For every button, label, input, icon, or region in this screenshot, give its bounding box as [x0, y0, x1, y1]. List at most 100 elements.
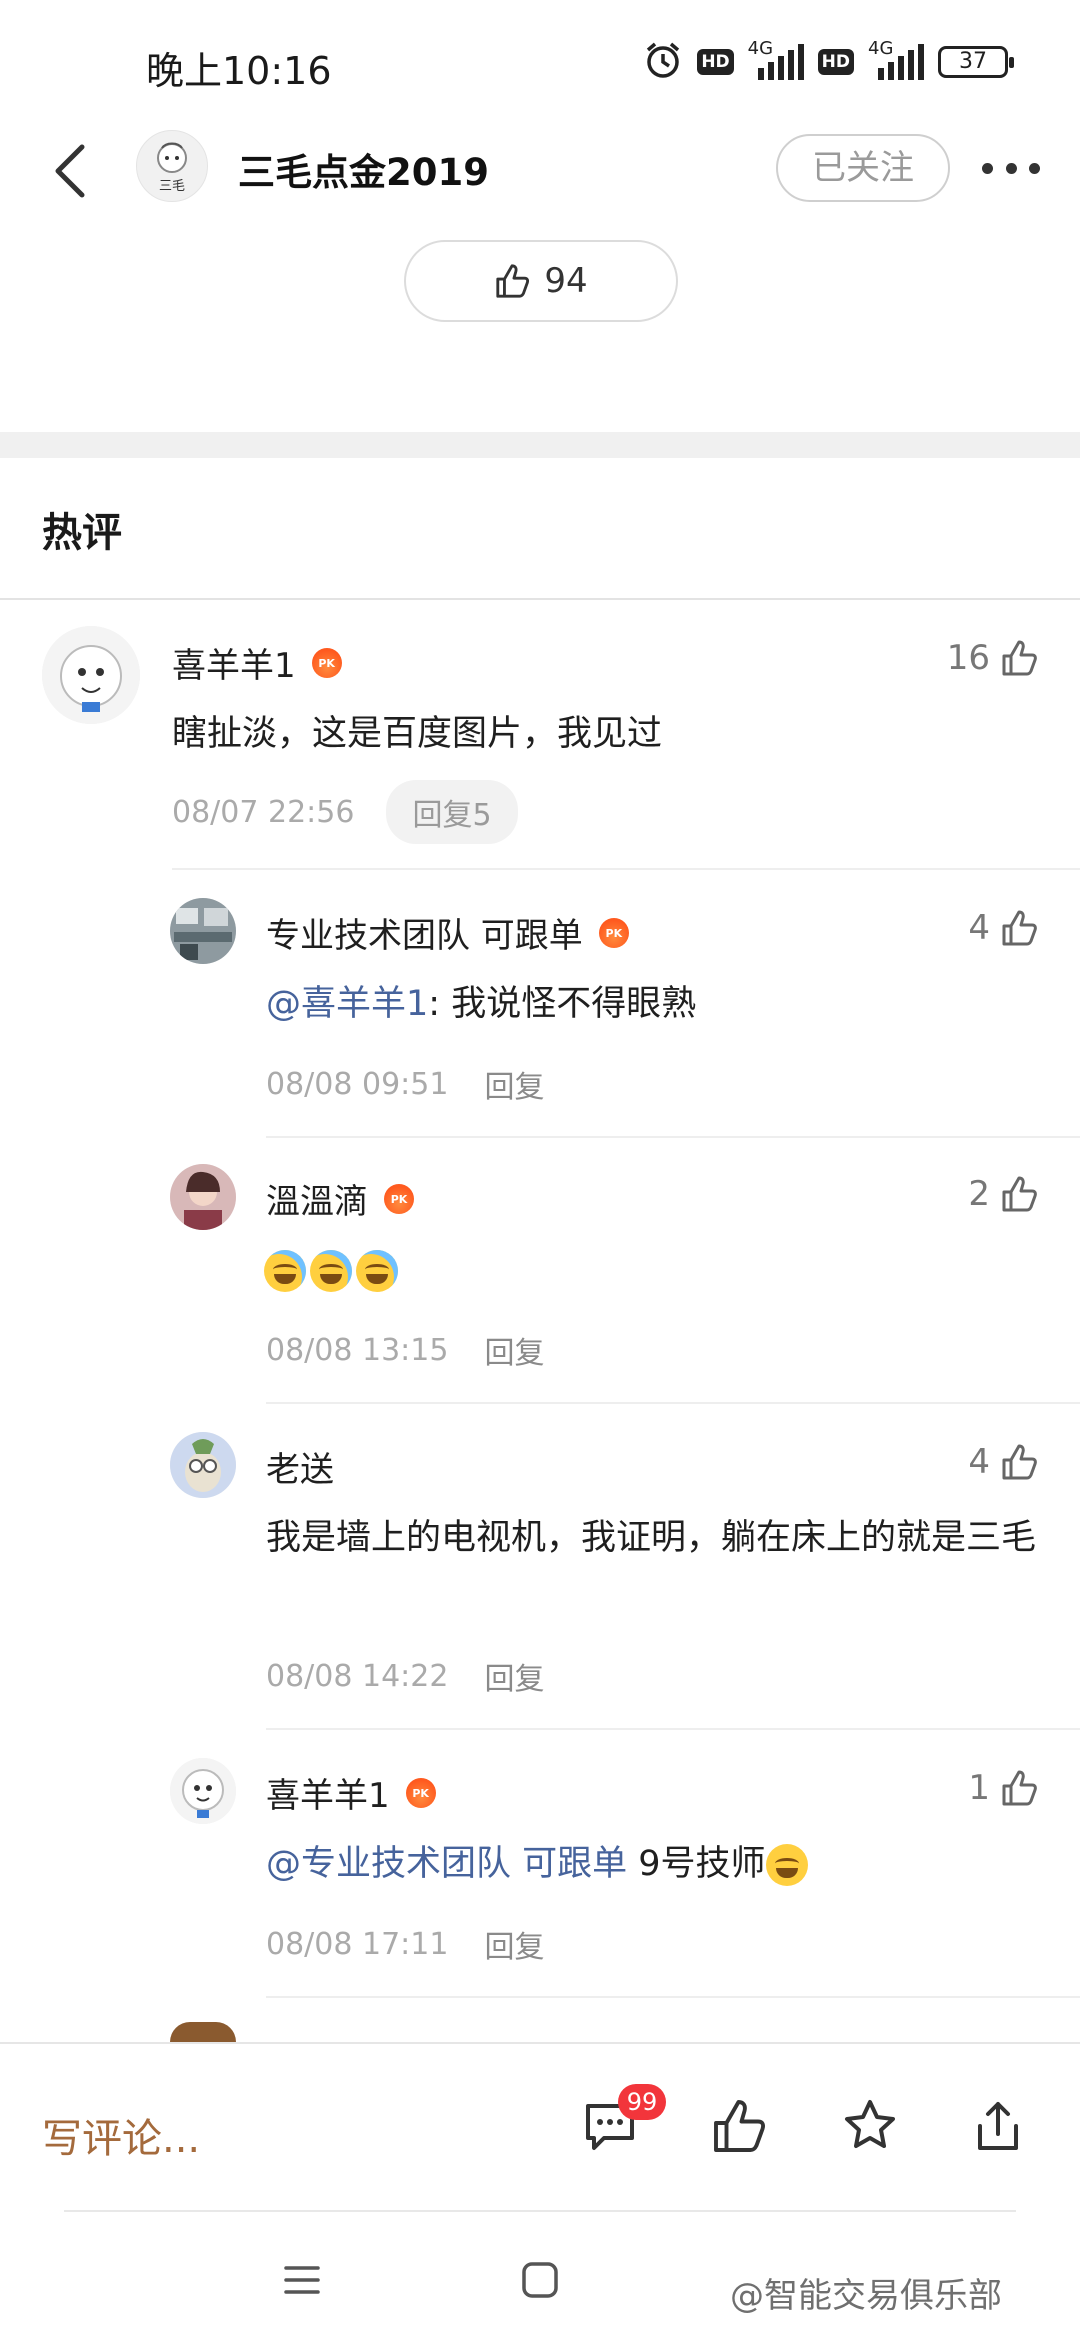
username-text: 专业技术团队 可跟单: [266, 916, 583, 956]
follow-button[interactable]: 已关注: [776, 134, 950, 202]
menu-icon: [284, 2266, 320, 2294]
favorite-button[interactable]: [838, 2094, 902, 2158]
article-like-button[interactable]: 94: [404, 240, 678, 322]
divider: [0, 598, 1080, 600]
article-like-count: 94: [544, 261, 588, 301]
nav-home-button[interactable]: [510, 2250, 570, 2310]
comment-like-button[interactable]: 2: [968, 1174, 1040, 1214]
laughing-emoji-icon: [264, 1250, 306, 1292]
share-button[interactable]: [966, 2094, 1030, 2158]
divider: [266, 1136, 1080, 1138]
reply-button[interactable]: 回复: [484, 1922, 544, 1966]
comment-count-badge: 99: [618, 2084, 666, 2120]
battery-icon: 37: [938, 46, 1014, 78]
pk-badge-icon: PK: [405, 1777, 436, 1808]
avatar[interactable]: [170, 1758, 236, 1824]
like-count: 16: [946, 638, 990, 678]
account-avatar[interactable]: 三毛: [136, 130, 208, 202]
divider: [266, 1402, 1080, 1404]
like-button[interactable]: [708, 2094, 772, 2158]
divider: [266, 1728, 1080, 1730]
avatar[interactable]: [170, 898, 236, 964]
girl-avatar-icon: [170, 1164, 236, 1230]
status-bar: 晚上10:16 HD 4G HD 4G 37: [0, 0, 1080, 120]
share-icon: [978, 2102, 1018, 2150]
comment-time: 08/07 22:56: [172, 794, 355, 830]
comment-username[interactable]: 老送: [266, 1442, 334, 1491]
upside-down-smile-emoji-icon: [765, 1844, 808, 1886]
comment-like-button[interactable]: 4: [968, 908, 1040, 948]
avatar[interactable]: [170, 1432, 236, 1498]
comment-meta: 08/08 14:22 回复: [266, 1654, 544, 1698]
comment-like-button[interactable]: 1: [968, 1768, 1040, 1808]
write-comment-input[interactable]: 写评论...: [42, 2106, 200, 2164]
hd-icon: HD: [817, 49, 854, 75]
comment-text: 我是墙上的电视机，我证明，躺在床上的就是三毛: [266, 1518, 1037, 1558]
like-count: 4: [968, 908, 990, 948]
laughing-emoji-icon: [356, 1250, 398, 1292]
laughing-emoji-icon: [310, 1250, 352, 1292]
avatar[interactable]: [42, 626, 140, 724]
view-replies-button[interactable]: 回复5: [386, 780, 518, 844]
like-count: 4: [968, 1442, 990, 1482]
reply-button[interactable]: 回复: [484, 1328, 544, 1372]
username-text: 喜羊羊1: [172, 646, 296, 686]
thumbs-up-icon: [1002, 1770, 1037, 1806]
comment-text: [264, 1240, 1034, 1300]
hd-icon: HD: [697, 49, 734, 75]
comment-text: 瞎扯淡，这是百度图片，我见过: [172, 714, 663, 754]
thumbs-up-icon: [1002, 1176, 1037, 1212]
star-icon: [845, 2100, 895, 2148]
back-arrow-icon: [55, 144, 85, 198]
mention-link[interactable]: @专业技术团队 可跟单: [266, 1844, 627, 1884]
comment-body: : 我说怪不得眼熟: [428, 984, 697, 1024]
more-button[interactable]: [976, 140, 1046, 196]
system-nav-bar: @智能交易俱乐部: [0, 2214, 1080, 2340]
username-text: 溫溫滴: [266, 1182, 368, 1222]
watermark: @智能交易俱乐部: [730, 2276, 1002, 2316]
signal-icon: 4G: [868, 38, 924, 82]
username-text: 喜羊羊1: [266, 1776, 390, 1816]
comment-time: 08/08 09:51: [266, 1066, 449, 1102]
more-dot: [1005, 162, 1017, 174]
reply-button[interactable]: 回复: [484, 1062, 544, 1106]
sheep-avatar-icon: [170, 1758, 236, 1824]
home-square-icon: [522, 2262, 558, 2298]
sanmao-logo-icon: 三毛: [157, 142, 187, 194]
status-time: 晚上10:16: [146, 49, 332, 93]
comment-username[interactable]: 溫溫滴 PK: [266, 1174, 414, 1223]
like-count: 1: [968, 1768, 990, 1808]
username-text: 老送: [266, 1450, 334, 1490]
alarm-icon: [643, 40, 683, 84]
mention-link[interactable]: @喜羊羊1: [266, 984, 428, 1024]
nav-menu-button[interactable]: [272, 2250, 332, 2310]
comment-meta: 08/08 09:51 回复: [266, 1062, 544, 1106]
comment-like-button[interactable]: 16: [947, 638, 1040, 678]
reply-button[interactable]: 回复: [484, 1654, 544, 1698]
comment-body: 9号技师: [627, 1844, 766, 1884]
signal-icon: 4G: [748, 38, 804, 82]
more-dot: [982, 162, 993, 174]
comment-username[interactable]: 喜羊羊1 PK: [266, 1768, 436, 1817]
comment-meta: 08/08 17:11 回复: [266, 1922, 544, 1966]
hot-comments-title: 热评: [42, 510, 122, 556]
back-button[interactable]: [40, 136, 100, 206]
divider: [64, 2210, 1016, 2212]
sheep-avatar-icon: [42, 626, 140, 724]
comment-username[interactable]: 喜羊羊1 PK: [172, 638, 342, 687]
bottom-action-bar: 写评论... 99: [0, 2042, 1080, 2214]
like-count: 2: [968, 1174, 990, 1214]
comment-username[interactable]: 专业技术团队 可跟单 PK: [266, 908, 629, 957]
pk-badge-icon: PK: [384, 1183, 414, 1214]
avatar[interactable]: [170, 1164, 236, 1230]
comment-meta: 08/08 13:15 回复: [266, 1328, 544, 1372]
comment-text: @喜羊羊1: 我说怪不得眼熟: [266, 974, 1036, 1034]
comment-text: @专业技术团队 可跟单 9号技师: [266, 1834, 1046, 1894]
avatar[interactable]: [170, 2022, 236, 2042]
status-icons: HD 4G HD 4G 37: [643, 38, 1014, 84]
comment-meta: 08/07 22:56 回复5: [172, 780, 518, 844]
comment-like-button[interactable]: 4: [968, 1442, 1040, 1482]
account-name[interactable]: 三毛点金2019: [238, 142, 489, 196]
section-divider: [0, 432, 1080, 458]
comment-time: 08/08 13:15: [266, 1332, 449, 1368]
